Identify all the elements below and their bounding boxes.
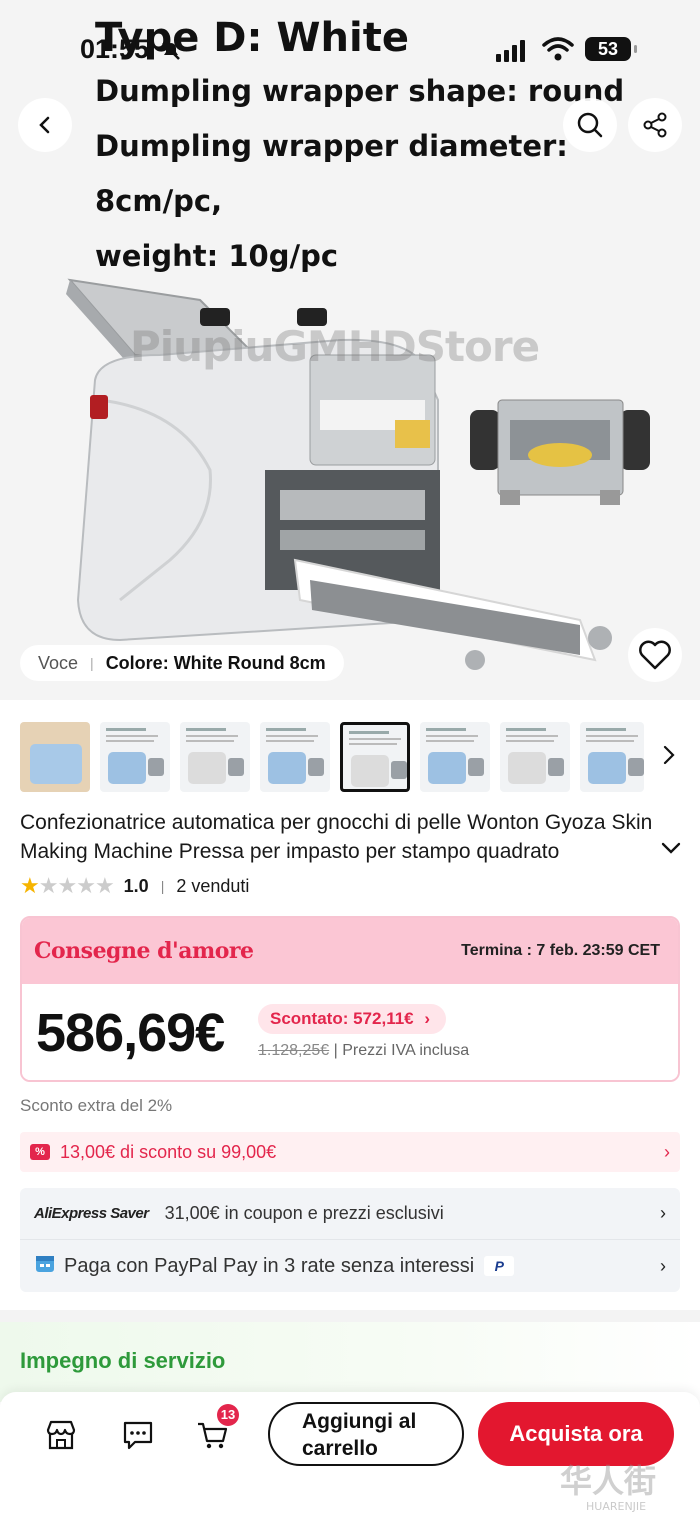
paypal-installment-text: Paga con PayPal Pay in 3 rate senza inte… — [64, 1254, 475, 1277]
variant-value: Colore: White Round 8cm — [105, 652, 326, 673]
saver-coupon-text: 31,00€ in coupon e prezzi esclusivi — [164, 1203, 444, 1223]
thumbnail[interactable] — [100, 722, 170, 792]
expand-title-button[interactable] — [660, 840, 682, 861]
original-price-row: 1.128,25€ | Prezzi IVA inclusa — [258, 1042, 469, 1060]
corner-watermark-logo: 华人街 HUARENJIE — [560, 1462, 656, 1513]
chevron-right-icon: › — [660, 1203, 666, 1223]
section-divider — [0, 1310, 700, 1322]
mute-icon — [160, 40, 182, 68]
store-icon[interactable] — [44, 1418, 78, 1457]
rating-separator: | — [160, 878, 165, 894]
chevron-left-icon — [39, 116, 50, 134]
paypal-icon: P — [484, 1256, 515, 1276]
extra-discount-note: Sconto extra del 2% — [20, 1096, 173, 1115]
thumbnail[interactable] — [580, 722, 644, 792]
chevron-right-icon: › — [424, 1009, 431, 1028]
chevron-right-icon: › — [664, 1142, 670, 1162]
coupon-icon: % — [30, 1144, 50, 1160]
promo-name: Consegne d'amore — [34, 938, 254, 964]
svg-text:HUARENJIE: HUARENJIE — [586, 1500, 646, 1513]
variant-separator: | — [90, 655, 94, 671]
chevron-down-icon — [661, 842, 681, 854]
vat-note: Prezzi IVA inclusa — [342, 1042, 470, 1059]
paypal-installment-row[interactable]: Paga con PayPal Pay in 3 rate senza inte… — [20, 1240, 680, 1292]
share-button[interactable] — [628, 98, 682, 152]
thumbnail-strip — [20, 722, 700, 792]
status-bar: 01:55 53 — [0, 34, 700, 74]
original-price: 1.128,25€ — [258, 1042, 330, 1059]
promo-header: Consegne d'amore Termina : 7 feb. 23:59 … — [22, 918, 678, 984]
status-time: 01:55 — [80, 34, 150, 64]
coupon-text: 13,00€ di sconto su 99,00€ — [60, 1141, 277, 1162]
variant-selector[interactable]: Voce | Colore: White Round 8cm — [20, 645, 344, 681]
product-title[interactable]: Confezionatrice automatica per gnocchi d… — [20, 808, 660, 866]
discounted-price-text: Scontato: 572,11€ — [270, 1009, 414, 1028]
search-button[interactable] — [563, 98, 617, 152]
cart-count-badge: 13 — [217, 1404, 239, 1426]
offers-panel: AliExpress Saver 31,00€ in coupon e prez… — [20, 1188, 680, 1292]
wishlist-button[interactable] — [628, 628, 682, 682]
rating-stars: ★★★★★ — [20, 873, 115, 898]
current-price: 586,69€ — [36, 1003, 225, 1063]
discounted-price-button[interactable]: Scontato: 572,11€ › — [258, 1004, 447, 1034]
service-commitment-label: Impegno di servizio — [20, 1348, 226, 1373]
thumbnails-next-button[interactable] — [662, 744, 676, 771]
variant-label: Voce — [38, 652, 79, 673]
cellular-signal-icon — [496, 40, 525, 62]
chat-icon[interactable] — [121, 1418, 155, 1457]
service-commitment-section[interactable]: Impegno di servizio — [0, 1322, 700, 1402]
promo-card: Consegne d'amore Termina : 7 feb. 23:59 … — [20, 916, 680, 1082]
coupon-banner[interactable]: % 13,00€ di sconto su 99,00€ › — [20, 1132, 680, 1172]
calendar-icon — [34, 1252, 56, 1280]
chevron-right-icon: › — [660, 1255, 666, 1276]
sold-count: 2 venduti — [176, 875, 250, 896]
svg-text:华人街: 华人街 — [560, 1462, 656, 1500]
thumbnail-selected[interactable] — [340, 722, 410, 792]
price-block: 586,69€ Scontato: 572,11€ › 1.128,25€ | … — [22, 984, 678, 1080]
buy-now-button[interactable]: Acquista ora — [478, 1402, 674, 1466]
share-icon — [643, 112, 667, 138]
wifi-icon — [542, 36, 574, 67]
image-watermark: PiupiuGMHDStore — [130, 322, 540, 371]
thumbnail[interactable] — [20, 722, 90, 792]
add-to-cart-button[interactable]: Aggiungi al carrello — [268, 1402, 464, 1466]
vat-separator: | — [333, 1042, 343, 1059]
promo-end-time: Termina : 7 feb. 23:59 CET — [461, 942, 660, 959]
thumbnail[interactable] — [500, 722, 570, 792]
chevron-right-icon — [663, 745, 675, 765]
product-image[interactable]: Type D: White Dumpling wrapper shape: ro… — [0, 0, 700, 700]
rating-score: 1.0 — [123, 875, 149, 896]
heart-icon — [639, 640, 671, 670]
rating-row[interactable]: ★★★★★ 1.0 | 2 venduti — [20, 873, 250, 898]
back-button[interactable] — [18, 98, 72, 152]
saver-coupon-row[interactable]: AliExpress Saver 31,00€ in coupon e prez… — [20, 1188, 680, 1240]
thumbnail[interactable] — [420, 722, 490, 792]
aliexpress-saver-logo: AliExpress Saver — [34, 1205, 149, 1222]
thumbnail[interactable] — [180, 722, 250, 792]
thumbnail[interactable] — [260, 722, 330, 792]
search-icon — [577, 112, 603, 138]
battery-indicator: 53 — [585, 37, 637, 61]
